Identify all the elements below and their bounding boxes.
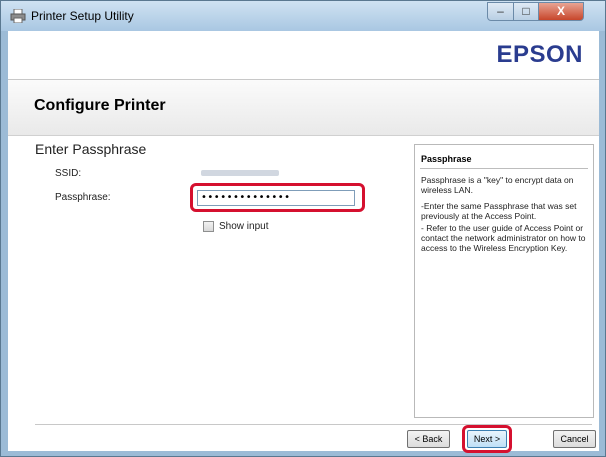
passphrase-input[interactable]: ••••••••••••••: [197, 190, 355, 206]
section-title: Enter Passphrase: [35, 141, 147, 157]
close-button[interactable]: X: [538, 2, 584, 21]
passphrase-label: Passphrase:: [55, 192, 111, 203]
printer-icon: [10, 9, 26, 23]
dialog-body: EPSON Configure Printer Enter Passphrase…: [8, 31, 599, 453]
passphrase-highlight: ••••••••••••••: [190, 183, 365, 212]
ssid-label: SSID:: [55, 168, 82, 179]
brand-header: EPSON: [8, 31, 599, 80]
help-paragraph-3: - Refer to the user guide of Access Poin…: [421, 223, 586, 253]
show-input-label[interactable]: Show input: [219, 221, 268, 232]
show-input-checkbox[interactable]: [203, 221, 214, 232]
help-divider: [420, 168, 588, 169]
title-bar[interactable]: Printer Setup Utility – □ X: [1, 1, 605, 31]
heading-band: Configure Printer: [8, 80, 599, 136]
maximize-button[interactable]: □: [513, 2, 539, 21]
back-button[interactable]: < Back: [407, 430, 450, 448]
window-title: Printer Setup Utility: [31, 9, 134, 23]
next-button[interactable]: Next >: [467, 430, 507, 448]
cancel-button[interactable]: Cancel: [553, 430, 596, 448]
minimize-button[interactable]: –: [487, 2, 514, 21]
help-paragraph-1: Passphrase is a "key" to encrypt data on…: [421, 175, 574, 195]
epson-logo: EPSON: [496, 41, 583, 68]
help-paragraph-2: -Enter the same Passphrase that was set …: [421, 201, 577, 221]
page-title: Configure Printer: [34, 97, 166, 114]
ssid-value-blurred: [201, 170, 279, 176]
printer-setup-window: Printer Setup Utility – □ X EPSON Config…: [0, 0, 606, 457]
help-title: Passphrase: [421, 154, 472, 164]
help-panel: Passphrase Passphrase is a "key" to encr…: [414, 144, 594, 418]
